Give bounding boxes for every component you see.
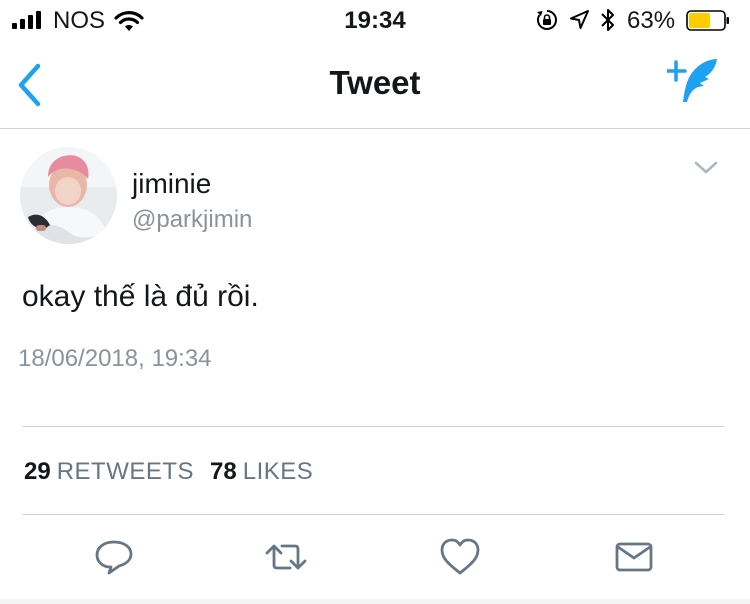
likes-label[interactable]: LIKES: [243, 458, 314, 486]
reply-icon: [95, 540, 133, 575]
reply-button[interactable]: [92, 537, 136, 577]
chevron-down-icon[interactable]: [690, 156, 722, 180]
heart-icon: [440, 538, 480, 575]
retweets-label[interactable]: RETWEETS: [57, 458, 194, 486]
tweet-text: okay thế là đủ rồi.: [22, 280, 259, 313]
user-handle[interactable]: @parkjimin: [132, 206, 252, 234]
tweet-timestamp: 18/06/2018, 19:34: [18, 345, 212, 372]
like-button[interactable]: [438, 537, 482, 577]
like-count[interactable]: 78: [210, 458, 237, 486]
status-bar: NOS 19:34 63%: [0, 0, 750, 40]
divider: [22, 426, 724, 427]
display-name[interactable]: jiminie: [132, 168, 211, 200]
retweet-button[interactable]: [264, 537, 308, 577]
retweet-icon: [265, 544, 307, 570]
page-title: Tweet: [329, 64, 421, 101]
battery-percent: 63%: [627, 7, 676, 34]
rotation-lock-icon: [537, 10, 557, 30]
direct-message-button[interactable]: [612, 537, 656, 577]
engagement-stats: 29 RETWEETS 78 LIKES: [24, 458, 313, 486]
location-icon: [570, 10, 589, 29]
compose-tweet-icon[interactable]: [667, 56, 723, 106]
battery-icon: [686, 10, 729, 31]
bottom-divider: [0, 599, 750, 604]
envelope-icon: [615, 542, 653, 572]
retweet-count[interactable]: 29: [24, 458, 51, 486]
navigation-bar: Tweet: [0, 40, 750, 129]
divider: [22, 514, 724, 515]
bluetooth-icon: [601, 9, 614, 31]
avatar-photo: [20, 147, 117, 244]
avatar[interactable]: [20, 147, 117, 244]
